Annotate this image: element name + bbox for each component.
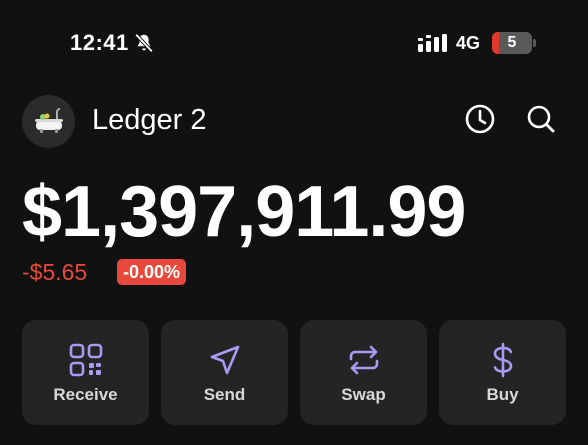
buy-label: Buy xyxy=(486,385,519,404)
send-icon xyxy=(210,345,240,375)
bathtub-icon xyxy=(34,107,63,133)
receive-button[interactable]: Receive xyxy=(22,320,149,425)
signal-icon xyxy=(418,34,447,52)
clock-icon[interactable] xyxy=(464,103,496,135)
network-type: 4G xyxy=(456,33,481,53)
wallet-screen: 12:41 4G 5 Ledger 2 $1,397,911.99 -$5.65… xyxy=(0,0,588,445)
status-time: 12:41 xyxy=(70,30,129,55)
battery-level: 5 xyxy=(507,34,517,51)
send-label: Send xyxy=(203,385,246,404)
bell-slash-icon xyxy=(134,33,154,53)
account-name[interactable]: Ledger 2 xyxy=(92,104,207,137)
swap-label: Swap xyxy=(341,385,386,404)
swap-button[interactable]: Swap xyxy=(300,320,427,425)
account-avatar[interactable] xyxy=(22,95,75,148)
battery-cap xyxy=(533,39,536,47)
qr-code-icon xyxy=(69,343,103,377)
buy-button[interactable]: Buy xyxy=(439,320,566,425)
send-button[interactable]: Send xyxy=(161,320,288,425)
status-bar: 12:41 4G 5 xyxy=(0,0,588,80)
total-balance: $1,397,911.99 xyxy=(22,172,466,252)
balance-change: -$5.65 xyxy=(22,259,88,285)
battery-icon: 5 xyxy=(492,32,532,54)
receive-label: Receive xyxy=(53,385,118,404)
dollar-icon xyxy=(493,342,513,378)
change-percent-badge: -0.00% xyxy=(117,259,187,285)
search-icon[interactable] xyxy=(525,103,557,135)
swap-icon xyxy=(349,345,379,375)
